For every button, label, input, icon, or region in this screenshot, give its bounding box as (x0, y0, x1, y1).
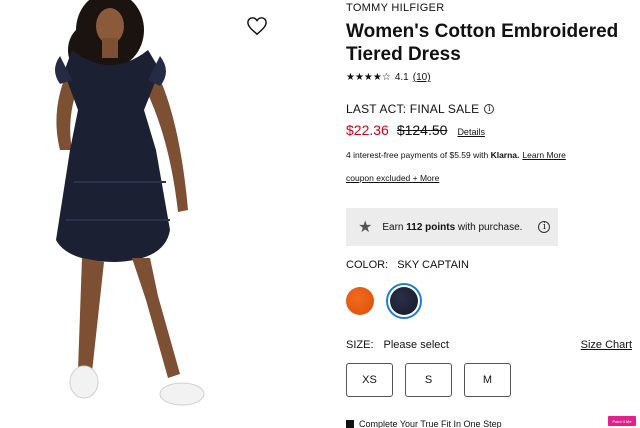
color-swatches (346, 283, 422, 319)
true-fit-icon (346, 420, 354, 428)
size-header: SIZE: Please select Size Chart (346, 339, 632, 351)
swatch-orange[interactable] (346, 287, 374, 315)
klarna-logo: Klarna. (490, 150, 520, 160)
product-image[interactable] (0, 0, 300, 428)
size-label: SIZE: (346, 339, 374, 351)
points-amount: 112 points (406, 221, 456, 233)
swatch-navy[interactable] (390, 287, 418, 315)
color-selection: COLOR: SKY CAPTAIN (346, 259, 469, 271)
selected-color: SKY CAPTAIN (397, 259, 469, 271)
rating[interactable]: ★★★★☆ 4.1 (10) (346, 72, 431, 83)
rating-value: 4.1 (394, 72, 409, 83)
star-icon: ★ (358, 219, 373, 236)
sale-price: $22.36 (346, 122, 389, 138)
heart-outline-icon[interactable] (246, 16, 268, 36)
true-fit-link[interactable]: Complete Your True Fit In One Step (346, 419, 502, 428)
points-info-icon[interactable]: i (538, 221, 551, 233)
info-icon[interactable]: i (484, 104, 495, 114)
details-link[interactable]: Details (457, 127, 485, 137)
color-label: COLOR: (346, 259, 389, 271)
swatch-navy-selected[interactable] (386, 283, 422, 319)
size-chart-link[interactable]: Size Chart (581, 339, 632, 351)
product-title: Women's Cotton Embroidered Tiered Dress (346, 21, 619, 65)
points-text: Earn 112 points with purchase. (382, 222, 522, 233)
price-block: $22.36 $124.50 Details (346, 122, 485, 138)
points-suffix: with purchase. (455, 221, 523, 233)
klarna-text: 4 interest-free payments of $5.59 with (346, 150, 491, 160)
true-fit-text: Complete Your True Fit In One Step (359, 419, 502, 428)
points-banner: ★ Earn 112 points with purchase. i (346, 208, 558, 246)
fit-badge[interactable]: Paint It Me (608, 416, 636, 426)
star-rating-icon: ★★★★☆ (346, 72, 391, 83)
size-label-group: SIZE: Please select (346, 339, 449, 351)
review-count-link[interactable]: (10) (413, 72, 431, 83)
original-price: $124.50 (396, 122, 448, 138)
model-photo (55, 0, 205, 406)
points-prefix: Earn (382, 221, 407, 233)
sale-label-text: LAST ACT: FINAL SALE (346, 102, 480, 116)
klarna-learn-more-link[interactable]: Learn More (522, 150, 565, 160)
size-button-m[interactable]: M (464, 363, 511, 397)
size-button-xs[interactable]: XS (346, 363, 393, 397)
size-prompt: Please select (383, 339, 449, 351)
size-button-s[interactable]: S (405, 363, 452, 397)
sale-label: LAST ACT: FINAL SALE i (346, 102, 495, 116)
klarna-info: 4 interest-free payments of $5.59 with K… (346, 150, 566, 160)
size-options: XS S M (346, 363, 511, 397)
brand-name[interactable]: TOMMY HILFIGER (346, 2, 445, 14)
coupon-link[interactable]: coupon excluded + More (346, 173, 439, 183)
